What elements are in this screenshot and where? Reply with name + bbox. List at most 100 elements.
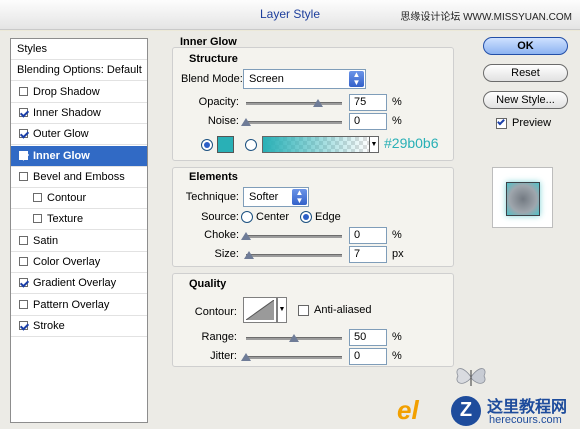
size-unit: px xyxy=(392,248,404,260)
gradient-dropdown-button[interactable]: ▼ xyxy=(369,136,379,153)
opacity-slider[interactable] xyxy=(246,99,342,107)
sidebar-item-label: Pattern Overlay xyxy=(33,298,110,311)
ok-button[interactable]: OK xyxy=(483,37,568,55)
chevron-updown-icon: ▲ ▼ xyxy=(292,189,307,205)
blend-mode-select[interactable]: Screen ▲ ▼ xyxy=(243,69,366,89)
sidebar-item-stroke[interactable]: Stroke xyxy=(11,316,147,337)
sidebar-item-styles[interactable]: Styles xyxy=(11,39,147,60)
sidebar-checkbox[interactable] xyxy=(19,299,28,309)
new-style-button[interactable]: New Style... xyxy=(483,91,568,109)
noise-input[interactable]: 0 xyxy=(349,113,387,130)
size-input[interactable]: 7 xyxy=(349,246,387,263)
source-edge-label: Edge xyxy=(315,211,341,223)
sidebar-item-label: Contour xyxy=(47,192,87,205)
structure-title: Structure xyxy=(189,53,238,65)
sidebar-checkbox[interactable] xyxy=(19,320,28,330)
jitter-slider[interactable] xyxy=(241,353,342,361)
sidebar-item-gradient-overlay[interactable]: Gradient Overlay xyxy=(11,273,147,295)
choke-slider[interactable] xyxy=(241,232,342,240)
sidebar-item-label: Blending Options: Default xyxy=(17,64,142,77)
sidebar-checkbox[interactable] xyxy=(19,107,28,117)
size-slider-thumb[interactable] xyxy=(243,251,254,259)
elements-group: Elements Technique: Softer ▲ ▼ Source: Ce… xyxy=(172,167,454,267)
sidebar-item-label: Inner Shadow xyxy=(33,106,101,119)
sidebar-item-label: Satin xyxy=(33,234,59,247)
sidebar-checkbox[interactable] xyxy=(33,193,42,203)
sidebar-item-blending-options-default[interactable]: Blending Options: Default xyxy=(11,60,147,82)
source-label: Source: xyxy=(201,211,239,223)
range-unit: % xyxy=(392,331,402,343)
contour-curve-icon xyxy=(246,300,274,320)
sidebar-item-pattern-overlay[interactable]: Pattern Overlay xyxy=(11,295,147,316)
blend-mode-label: Blend Mode: xyxy=(181,73,243,85)
anti-aliased-checkbox[interactable] xyxy=(298,305,309,316)
sidebar-checkbox[interactable] xyxy=(19,129,28,139)
watermark-z-logo: Z xyxy=(451,396,481,426)
watermark-site: herecours.com xyxy=(489,414,562,426)
anti-aliased-label: Anti-aliased xyxy=(314,304,372,316)
solid-color-radio[interactable] xyxy=(201,139,213,151)
preview-swatch xyxy=(506,182,540,216)
choke-slider-thumb[interactable] xyxy=(241,232,251,240)
noise-label: Noise: xyxy=(207,115,239,127)
sidebar-item-label: Inner Glow xyxy=(33,149,90,162)
glow-color-swatch[interactable] xyxy=(217,136,234,153)
opacity-input[interactable]: 75 xyxy=(349,94,387,111)
size-slider[interactable] xyxy=(243,251,342,259)
sidebar-checkbox[interactable] xyxy=(19,150,28,160)
sidebar-item-label: Texture xyxy=(47,213,84,226)
range-slider-thumb[interactable] xyxy=(289,334,299,342)
choke-unit: % xyxy=(392,229,402,241)
sidebar-checkbox[interactable] xyxy=(33,214,42,224)
noise-slider[interactable] xyxy=(241,118,342,126)
gradient-radio[interactable] xyxy=(245,139,257,151)
check-icon xyxy=(497,117,505,126)
jitter-input[interactable]: 0 xyxy=(349,348,387,365)
noise-slider-thumb[interactable] xyxy=(241,118,251,126)
sidebar-item-label: Outer Glow xyxy=(33,128,89,141)
sidebar-item-outer-glow[interactable]: Outer Glow xyxy=(11,124,147,146)
quality-title: Quality xyxy=(189,278,227,290)
source-edge-radio[interactable] xyxy=(300,211,312,223)
butterfly-icon xyxy=(456,368,486,386)
technique-value: Softer xyxy=(249,191,279,203)
reset-button[interactable]: Reset xyxy=(483,64,568,82)
dialog-content: Styles Blending Options: Default Drop Shad… xyxy=(0,31,580,429)
gradient-picker[interactable] xyxy=(262,136,370,153)
sidebar-checkbox[interactable] xyxy=(19,86,28,96)
jitter-slider-thumb[interactable] xyxy=(241,353,251,361)
sidebar-item-satin[interactable]: Satin xyxy=(11,231,147,252)
choke-input[interactable]: 0 xyxy=(349,227,387,244)
sidebar-item-inner-glow[interactable]: Inner Glow xyxy=(11,145,147,167)
sidebar-checkbox[interactable] xyxy=(19,257,28,266)
sidebar-checkbox[interactable] xyxy=(19,278,28,288)
sidebar-item-color-overlay[interactable]: Color Overlay xyxy=(11,252,147,273)
range-slider[interactable] xyxy=(246,334,342,342)
opacity-slider-thumb[interactable] xyxy=(313,99,323,107)
range-input[interactable]: 50 xyxy=(349,329,387,346)
jitter-unit: % xyxy=(392,350,402,362)
sidebar-item-label: Color Overlay xyxy=(33,256,101,268)
sidebar-item-texture[interactable]: Texture xyxy=(11,209,147,231)
source-center-radio[interactable] xyxy=(241,211,253,223)
contour-dropdown-button[interactable]: ▼ xyxy=(277,297,287,323)
size-label: Size: xyxy=(214,248,239,260)
structure-group: Structure Blend Mode: Screen ▲ ▼ Opacity:… xyxy=(172,47,454,161)
preview-checkbox[interactable] xyxy=(496,117,507,129)
sidebar-item-drop-shadow[interactable]: Drop Shadow xyxy=(11,82,147,103)
choke-label: Choke: xyxy=(204,229,239,241)
sidebar-item-label: Stroke xyxy=(33,319,65,332)
watermark-bottom: el Z 这里教程网 herecours.com xyxy=(397,393,580,429)
preview-label: Preview xyxy=(512,117,552,129)
title-bar: Layer Style 思缘设计论坛 WWW.MISSYUAN.COM xyxy=(0,0,580,30)
sidebar-checkbox[interactable] xyxy=(19,235,28,245)
watermark-top: 思缘设计论坛 WWW.MISSYUAN.COM xyxy=(400,12,572,23)
sidebar-item-contour[interactable]: Contour xyxy=(11,188,147,210)
sidebar-checkbox[interactable] xyxy=(19,171,28,181)
sidebar-item-bevel-and-emboss[interactable]: Bevel and Emboss xyxy=(11,167,147,188)
contour-picker[interactable] xyxy=(243,297,277,323)
sidebar-item-inner-shadow[interactable]: Inner Shadow xyxy=(11,103,147,124)
sidebar-item-label: Styles xyxy=(17,43,47,55)
technique-select[interactable]: Softer ▲ ▼ xyxy=(243,187,309,207)
elements-title: Elements xyxy=(189,171,238,183)
